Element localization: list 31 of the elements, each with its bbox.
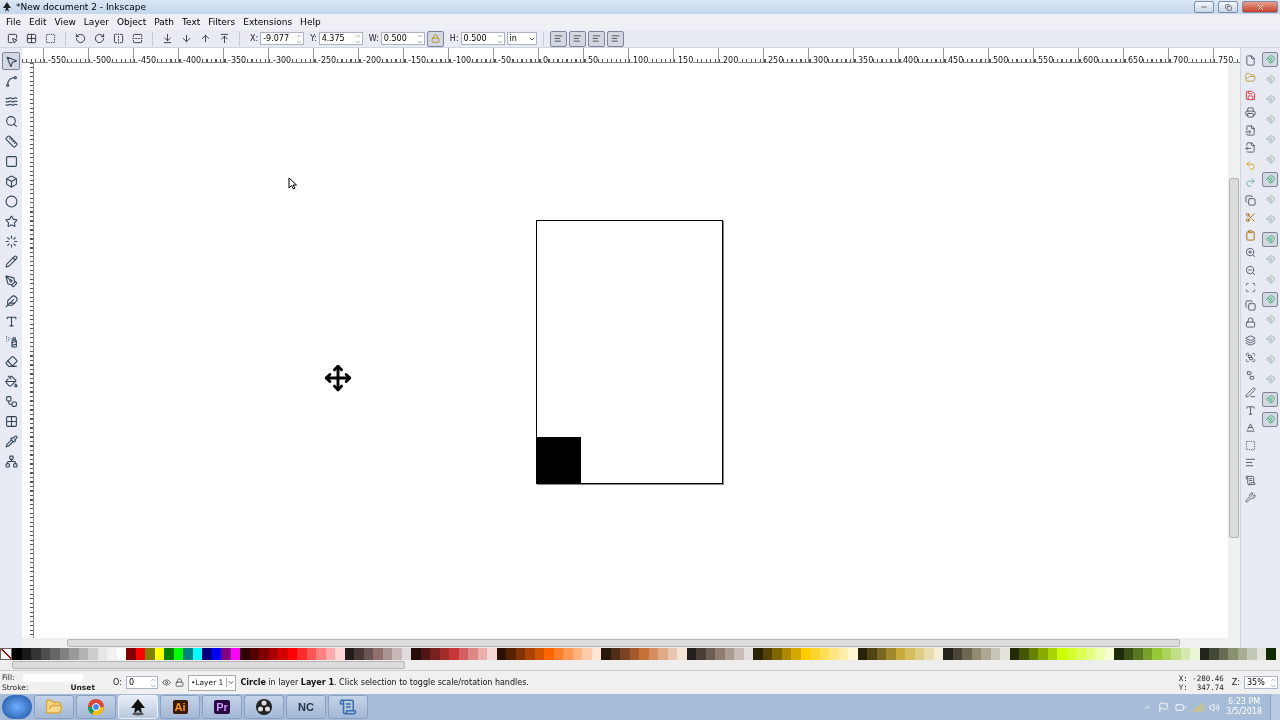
number-field[interactable]: 0.500	[380, 32, 425, 45]
app-logo: NC	[297, 700, 315, 714]
menu-item[interactable]: Layer	[79, 17, 113, 27]
menu-item[interactable]: File	[2, 17, 26, 27]
taskbar-app[interactable]: Ai	[160, 695, 200, 719]
taskbar-app[interactable]: Pr	[202, 695, 242, 719]
menu-item[interactable]: Path	[150, 17, 179, 27]
number-field[interactable]: 0.500	[460, 32, 505, 45]
field-label: Y:	[310, 34, 317, 43]
menu-item[interactable]: Extensions	[239, 17, 297, 27]
taskbar-app[interactable]: NC	[286, 695, 326, 719]
menu-item[interactable]: Help	[296, 17, 325, 27]
number-field[interactable]: 35%	[1244, 676, 1278, 689]
menu-item[interactable]: Edit	[25, 17, 51, 27]
menu-item[interactable]: Object	[112, 17, 151, 27]
menu-item[interactable]: View	[50, 17, 80, 27]
field-label: W:	[368, 34, 379, 43]
number-field[interactable]: 4.375	[318, 32, 363, 45]
number-field[interactable]: 0	[125, 676, 158, 689]
number-field[interactable]: -9.077	[260, 32, 305, 45]
menu-item[interactable]: Filters	[204, 17, 240, 27]
zoom-label: Z:	[1231, 678, 1240, 687]
status-message: Circle in layer Layer 1. Click selection to toggle scale/rotation handles.	[240, 678, 530, 687]
app-logo: Pr	[214, 700, 230, 714]
window-title: *New document 2 - Inkscape	[16, 2, 147, 12]
field-label: X:	[250, 34, 259, 43]
app-logo: Ai	[172, 700, 188, 714]
opacity-label: O:	[113, 678, 122, 687]
field-label: H:	[449, 34, 459, 43]
unit-dropdown[interactable]: in	[506, 32, 537, 45]
menu-item[interactable]: Text	[178, 17, 205, 27]
